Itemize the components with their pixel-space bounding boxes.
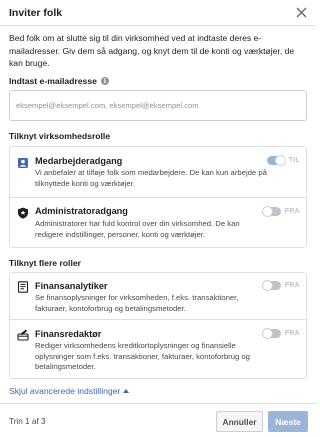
hide-advanced-settings-link[interactable]: Skjul avancerede indstillinger bbox=[9, 386, 130, 396]
toggle-state-label: FRA bbox=[284, 208, 300, 215]
business-role-heading: Tilknyt virksomhedsrolle bbox=[9, 131, 111, 141]
info-icon[interactable]: i bbox=[100, 77, 109, 85]
toggle-track bbox=[266, 155, 286, 166]
business-role-card: Medarbejderadgang Vi anbefaler at tilføj… bbox=[9, 146, 307, 248]
role-desc-finance-analyst: Se finansoplysninger for virksomheden, f… bbox=[35, 293, 239, 313]
role-row-admin: Administratoradgang Administratorer har … bbox=[10, 198, 306, 248]
toggle-track bbox=[261, 328, 281, 339]
step-indicator: Trin 1 af 3 bbox=[9, 417, 46, 426]
toggle-state-label: FRA bbox=[284, 330, 300, 337]
next-button[interactable]: Næste bbox=[268, 411, 308, 432]
toggle-knob bbox=[261, 328, 273, 339]
more-roles-heading: Tilknyt flere roller bbox=[9, 258, 81, 268]
role-title-admin: Administratoradgang bbox=[35, 206, 128, 216]
finance-editor-toggle[interactable]: FRA bbox=[261, 328, 300, 339]
dialog-header: Inviter folk bbox=[0, 0, 316, 26]
close-icon[interactable] bbox=[295, 6, 308, 19]
toggle-track bbox=[261, 280, 281, 291]
email-label: Indtast e-mailadresse i bbox=[9, 76, 109, 86]
footer-divider bbox=[0, 403, 316, 404]
person-badge-icon bbox=[18, 158, 28, 168]
dialog-title: Inviter folk bbox=[9, 7, 63, 19]
role-title-employee: Medarbejderadgang bbox=[35, 156, 123, 166]
employee-access-toggle[interactable]: TIL bbox=[266, 155, 300, 166]
caret-up-icon bbox=[123, 389, 130, 393]
admin-access-toggle[interactable]: FRA bbox=[261, 206, 300, 217]
toggle-knob bbox=[261, 206, 273, 217]
toggle-track bbox=[261, 206, 281, 217]
role-row-finance-analyst: Finansanalytiker Se finansoplysninger fo… bbox=[10, 273, 306, 320]
toggle-state-label: TIL bbox=[288, 157, 300, 164]
role-title-finance-editor: Finansredaktør bbox=[35, 329, 102, 339]
role-desc-employee: Vi anbefaler at tilføje folk som medarbe… bbox=[35, 168, 267, 188]
email-field[interactable] bbox=[10, 91, 306, 120]
more-roles-card: Finansanalytiker Se finansoplysninger fo… bbox=[9, 272, 307, 379]
cancel-button[interactable]: Annuller bbox=[216, 411, 263, 432]
document-list-icon bbox=[17, 281, 29, 293]
shield-star-icon bbox=[18, 207, 28, 219]
role-title-finance-analyst: Finansanalytiker bbox=[35, 281, 108, 291]
finance-analyst-toggle[interactable]: FRA bbox=[261, 280, 300, 291]
email-label-text: Indtast e-mailadresse bbox=[9, 76, 97, 86]
role-row-employee: Medarbejderadgang Vi anbefaler at tilføj… bbox=[10, 147, 306, 198]
role-desc-finance-editor: Rediger virksomhedens kreditkortoplysnin… bbox=[35, 341, 250, 372]
pen-card-icon bbox=[17, 329, 29, 341]
toggle-knob bbox=[274, 155, 286, 166]
intro-text: Bed folk om at slutte sig til din virkso… bbox=[9, 33, 295, 68]
toggle-state-label: FRA bbox=[284, 282, 300, 289]
role-desc-admin: Administratorer har fuld kontrol over di… bbox=[35, 219, 240, 239]
toggle-knob bbox=[261, 280, 273, 291]
email-field-box bbox=[9, 90, 307, 121]
hide-advanced-settings-label: Skjul avancerede indstillinger bbox=[9, 386, 121, 396]
role-row-finance-editor: Finansredaktør Rediger virksomhedens kre… bbox=[10, 320, 306, 378]
